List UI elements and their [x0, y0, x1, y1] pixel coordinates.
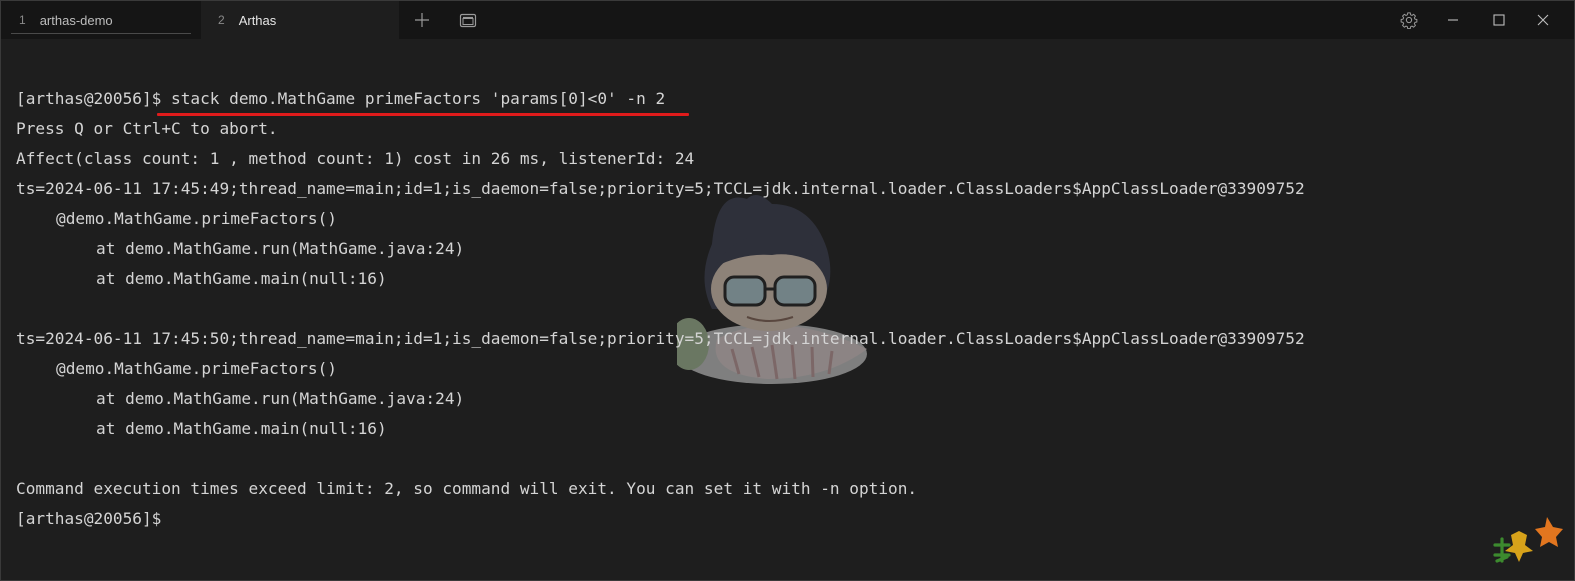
window-icon[interactable] [457, 1, 479, 39]
output-line: Press Q or Ctrl+C to abort. [16, 119, 278, 138]
output-line: ts=2024-06-11 17:45:49;thread_name=main;… [16, 179, 1305, 198]
tab-label: Arthas [238, 12, 277, 28]
plus-icon[interactable] [411, 1, 433, 39]
minimize-icon[interactable] [1441, 1, 1465, 39]
output-line: at demo.MathGame.run(MathGame.java:24) [96, 389, 465, 408]
tab-number: 2 [218, 13, 225, 27]
final-prompt: [arthas@20056]$ [16, 509, 162, 528]
title-bar: 1 arthas-demo 2 Arthas [1, 1, 1574, 39]
tab-label: arthas-demo [39, 12, 113, 28]
output-line: at demo.MathGame.main(null:16) [96, 269, 387, 288]
output-line: @demo.MathGame.primeFactors() [56, 359, 337, 378]
close-icon[interactable] [1531, 1, 1555, 39]
command-line: [arthas@20056]$ stack demo.MathGame prim… [16, 84, 1556, 114]
output-line: at demo.MathGame.run(MathGame.java:24) [96, 239, 465, 258]
tab-arthas[interactable]: 2 Arthas [201, 1, 399, 39]
output-line: @demo.MathGame.primeFactors() [56, 209, 337, 228]
command-text: stack demo.MathGame primeFactors 'params… [161, 89, 666, 108]
output-line: ts=2024-06-11 17:45:50;thread_name=main;… [16, 329, 1305, 348]
maximize-icon[interactable] [1487, 1, 1511, 39]
gear-icon[interactable] [1397, 1, 1421, 39]
command-highlight-underline [157, 113, 689, 116]
tab-number: 1 [19, 13, 26, 27]
output-line: Command execution times exceed limit: 2,… [16, 479, 918, 498]
terminal-window: 1 arthas-demo 2 Arthas [arthas@20056]$ s… [0, 0, 1575, 581]
terminal-output[interactable]: [arthas@20056]$ stack demo.MathGame prim… [16, 84, 1556, 534]
tab-arthas-demo[interactable]: 1 arthas-demo [11, 1, 191, 39]
prompt: [arthas@20056]$ [16, 89, 162, 108]
output-line: Affect(class count: 1 , method count: 1)… [16, 149, 695, 168]
output-line: at demo.MathGame.main(null:16) [96, 419, 387, 438]
